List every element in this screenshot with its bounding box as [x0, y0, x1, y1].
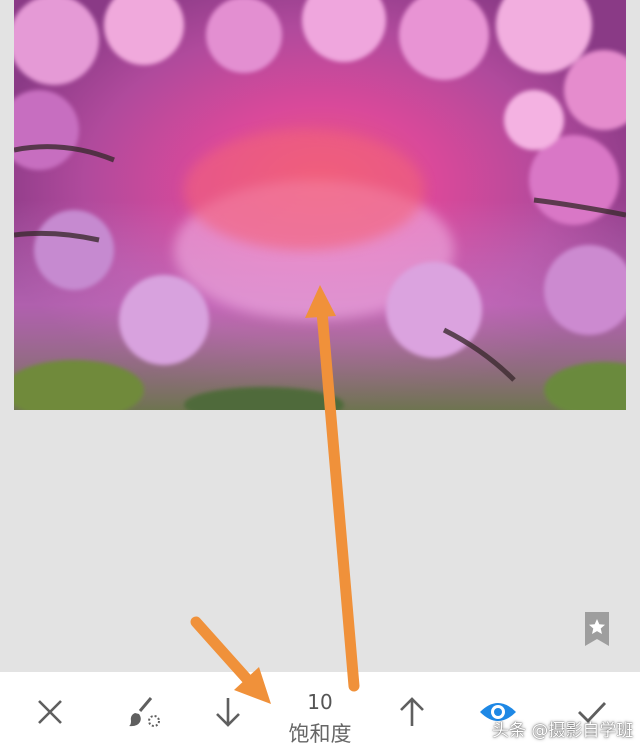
- adjustment-value: 10: [307, 690, 333, 714]
- photo-preview[interactable]: [14, 0, 626, 410]
- adjustment-readout[interactable]: 10 饱和度: [270, 672, 370, 752]
- cherry-blossom-photo: [14, 0, 626, 410]
- editor-screen: 10 饱和度 头条 @摄影自学班: [0, 0, 640, 752]
- brush-icon: [129, 697, 160, 727]
- close-icon: [38, 700, 62, 724]
- decrease-button[interactable]: [204, 672, 252, 752]
- arrow-up-icon: [400, 697, 424, 726]
- increase-button[interactable]: [388, 672, 436, 752]
- cancel-button[interactable]: [26, 672, 74, 752]
- bookmark-icon[interactable]: [583, 612, 611, 646]
- brush-button[interactable]: [120, 672, 168, 752]
- adjustment-name: 饱和度: [288, 722, 352, 746]
- arrow-down-icon: [216, 698, 240, 727]
- watermark-text: 头条 @摄影自学班: [492, 721, 634, 741]
